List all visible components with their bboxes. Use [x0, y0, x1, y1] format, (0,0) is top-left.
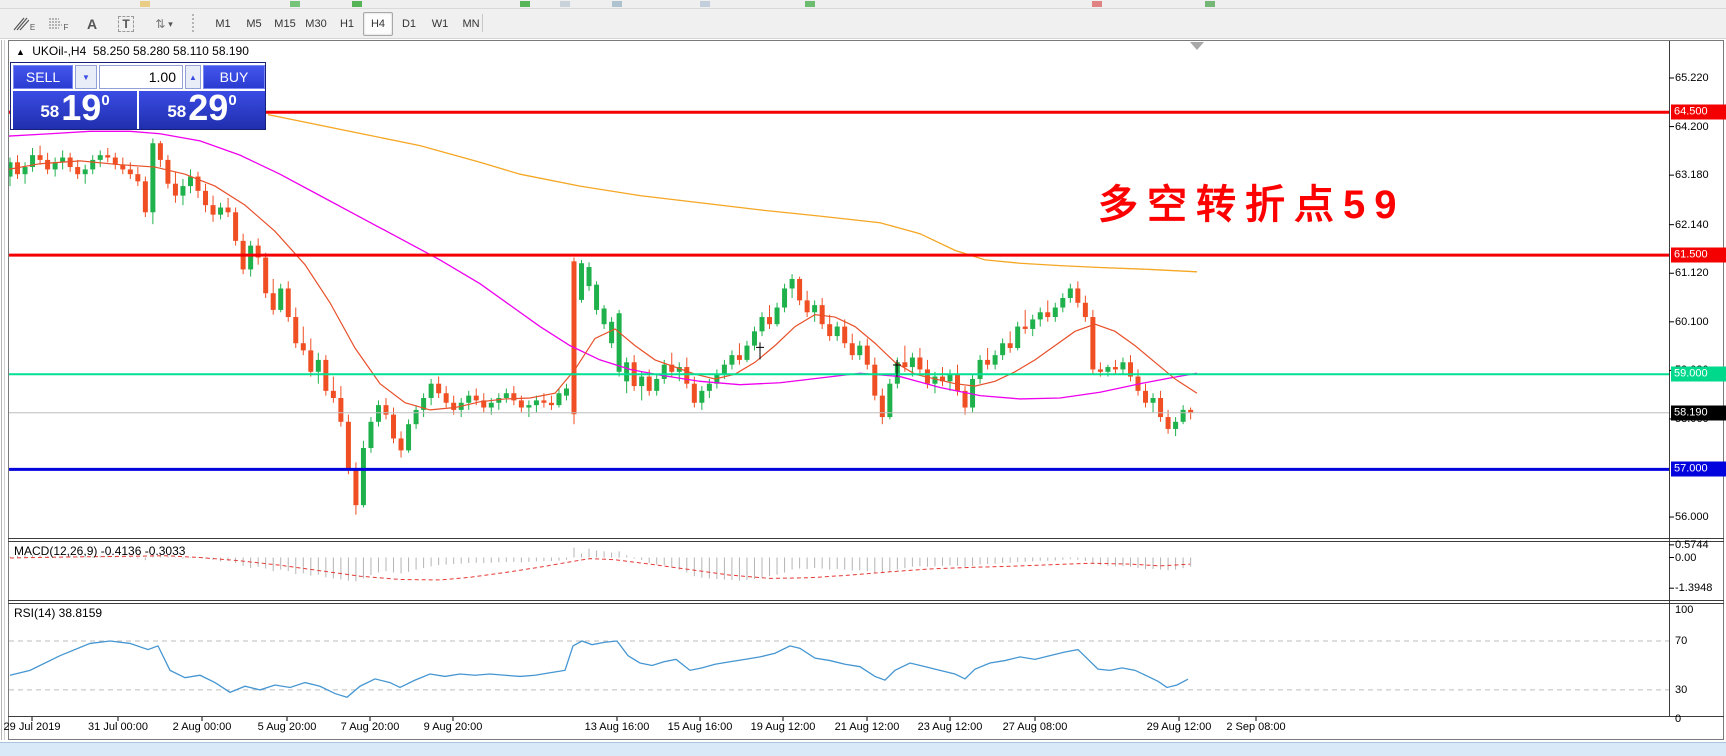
rsi-label: RSI(14) 38.8159	[14, 606, 103, 620]
date-label: 19 Aug 12:00	[750, 721, 816, 733]
date-label: 7 Aug 20:00	[340, 721, 400, 733]
triangle-down-icon: ▼	[82, 72, 90, 82]
buy-button[interactable]: BUY	[203, 65, 265, 89]
price-tag-61.500: 61.500	[1671, 247, 1726, 263]
date-label: 31 Jul 00:00	[88, 721, 148, 733]
price-tick-label: 63.180	[1675, 169, 1709, 182]
price-tick-label: 65.220	[1675, 72, 1709, 84]
rsi-tick-label: 0	[1675, 713, 1682, 725]
price-tag-59.000: 59.000	[1671, 366, 1726, 382]
date-label: 21 Aug 12:00	[834, 721, 900, 733]
date-label: 15 Aug 16:00	[667, 721, 733, 733]
triangle-up-icon: ▲	[189, 72, 197, 82]
price-tick-label: 56.000	[1675, 511, 1709, 524]
price-tick-label: 61.120	[1675, 267, 1709, 280]
date-label: 9 Aug 20:00	[423, 721, 483, 733]
volume-field-wrap	[99, 65, 183, 89]
macd-label: MACD(12,26,9) -0.4136 -0.3033	[14, 544, 186, 558]
macd-tick-label: 0.5744	[1675, 538, 1709, 551]
sell-price-sup: 0	[101, 92, 110, 109]
buy-price-box[interactable]: 58 29 0	[139, 87, 265, 129]
date-label: 5 Aug 20:00	[257, 721, 317, 733]
price-tick-label: 64.200	[1675, 120, 1709, 133]
buy-label: BUY	[219, 69, 249, 85]
price-tag-58.190: 58.190	[1671, 405, 1726, 421]
collapse-arrow-icon[interactable]: ▲	[16, 47, 25, 57]
one-click-trading-panel: SELL ▼ ▲ BUY 58 19 0 58 29 0	[10, 62, 266, 130]
date-label: 2 Aug 00:00	[172, 721, 232, 733]
price-tick-label: 62.140	[1675, 218, 1709, 231]
date-label: 27 Aug 08:00	[1002, 721, 1068, 733]
volume-up-button[interactable]: ▲	[185, 65, 201, 89]
trading-terminal-window: E F A T ⇅ ▾ M1 M5 M15 M30 H1 H4 D1 W1 MN ▲ UKOil…	[0, 0, 1726, 756]
sell-button[interactable]: SELL	[13, 65, 73, 89]
rsi-tick-label: 70	[1675, 635, 1688, 647]
date-label: 29 Aug 12:00	[1146, 721, 1212, 733]
date-label: 29 Jul 2019	[3, 721, 61, 733]
sell-price-box[interactable]: 58 19 0	[13, 87, 137, 129]
macd-tick-label: -1.3948	[1675, 582, 1713, 595]
volume-down-button[interactable]: ▼	[75, 65, 97, 89]
price-tag-57.000: 57.000	[1671, 461, 1726, 477]
volume-input[interactable]	[100, 66, 182, 88]
date-label: 13 Aug 16:00	[584, 721, 650, 733]
rsi-tick-label: 100	[1675, 604, 1694, 616]
date-label: 23 Aug 12:00	[917, 721, 983, 733]
sell-price-prefix: 58	[40, 102, 60, 121]
sell-price-big: 19	[61, 87, 102, 128]
macd-tick-label: 0.00	[1675, 551, 1697, 564]
status-strip	[0, 742, 1726, 756]
chart-symbol-header: ▲ UKOil-,H4 58.250 58.280 58.110 58.190	[16, 44, 249, 58]
price-tick-label: 60.100	[1675, 315, 1709, 328]
symbol-name: UKOil-,H4	[32, 44, 87, 58]
chart-annotation-text: 多空转折点59	[1098, 183, 1406, 227]
price-tag-64.500: 64.500	[1671, 104, 1726, 120]
buy-price-prefix: 58	[167, 102, 187, 121]
rsi-tick-label: 30	[1675, 683, 1688, 696]
buy-price-big: 29	[188, 87, 229, 128]
buy-price-sup: 0	[228, 92, 237, 109]
sell-label: SELL	[25, 69, 61, 85]
ohlc-values: 58.250 58.280 58.110 58.190	[92, 44, 249, 58]
date-label: 2 Sep 08:00	[1226, 721, 1286, 733]
